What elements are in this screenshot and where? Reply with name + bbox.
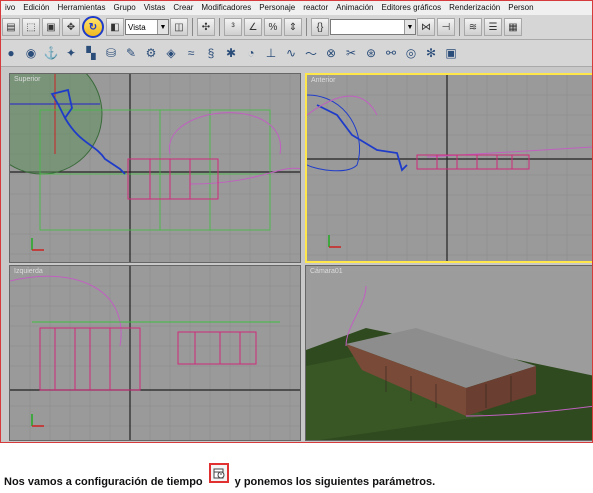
scale-icon[interactable]: ◧	[106, 18, 124, 36]
main-toolbar: ▤ ⬚ ▣ ✥ ↻ ◧ Vista ▼ ◫ ✣ ³ ∠ % ⇕ {} ▼ ⋈ ⊣…	[1, 15, 592, 40]
spinner-snap-icon[interactable]: ⇕	[284, 18, 302, 36]
menu-rendering[interactable]: Renderización	[445, 1, 504, 15]
chevron-down-icon: ▼	[404, 20, 415, 34]
select-by-name-icon[interactable]: ▤	[2, 18, 20, 36]
schematic-icon[interactable]: ▦	[504, 18, 522, 36]
angle-snap-icon[interactable]: ∠	[244, 18, 262, 36]
viewport-front-drawing	[307, 75, 592, 261]
anchor-icon[interactable]: ⚓	[42, 44, 60, 62]
move-icon[interactable]: ✥	[62, 18, 80, 36]
car-icon[interactable]: ⊗	[322, 44, 340, 62]
curve-editor-icon[interactable]: ☰	[484, 18, 502, 36]
wrench-icon[interactable]: ✎	[122, 44, 140, 62]
menu-views[interactable]: Vistas	[140, 1, 170, 15]
viewport-left-label[interactable]: Izquierda	[14, 268, 43, 275]
menu-create[interactable]: Crear	[169, 1, 197, 15]
viewport-left-drawing	[10, 266, 300, 440]
star-icon[interactable]: ✦	[62, 44, 80, 62]
sphere-icon[interactable]: ●	[2, 44, 20, 62]
water-icon[interactable]: 〜	[302, 44, 320, 62]
hinge-icon[interactable]: ⊥	[262, 44, 280, 62]
menu-group[interactable]: Grupo	[110, 1, 140, 15]
menu-bar: ivo Edición Herramientas Grupo Vistas Cr…	[1, 1, 592, 16]
menu-tools[interactable]: Herramientas	[53, 1, 109, 15]
application-window: ivo Edición Herramientas Grupo Vistas Cr…	[0, 0, 593, 443]
align-icon[interactable]: ⊣	[437, 18, 455, 36]
instruction-text-before: Nos vamos a configuración de tiempo	[4, 476, 203, 488]
checker-icon[interactable]: ▚	[82, 44, 100, 62]
window-crossing-icon[interactable]: ▣	[42, 18, 60, 36]
time-config-glyph	[213, 468, 225, 479]
fracture-icon[interactable]: ✂	[342, 44, 360, 62]
pivot-center-icon[interactable]: ◫	[170, 18, 188, 36]
menu-reactor[interactable]: reactor	[299, 1, 332, 15]
viewport-camera-drawing	[306, 285, 592, 440]
reference-coordinate-select[interactable]: Vista ▼	[125, 19, 169, 35]
viewport-front[interactable]: Anterior	[305, 73, 592, 263]
viewport-top-label[interactable]: Superior	[14, 76, 40, 83]
fan-icon[interactable]: ✻	[422, 44, 440, 62]
viewport-front-label[interactable]: Anterior	[311, 77, 336, 84]
layers-icon[interactable]: ≋	[464, 18, 482, 36]
wind-icon[interactable]: ≈	[182, 44, 200, 62]
instruction-text-after: y ponemos los siguientes parámetros.	[234, 476, 436, 488]
menu-graph-editors[interactable]: Editores gráficos	[378, 1, 446, 15]
manipulate-icon[interactable]: ✣	[197, 18, 215, 36]
toolbar-divider	[192, 18, 193, 36]
viewport-top-drawing	[10, 74, 300, 262]
wheel-icon[interactable]: ◎	[402, 44, 420, 62]
rope-icon[interactable]: ∿	[282, 44, 300, 62]
mirror-icon[interactable]: ⋈	[417, 18, 435, 36]
menu-modifiers[interactable]: Modificadores	[197, 1, 255, 15]
camera-icon[interactable]: ◉	[22, 44, 40, 62]
viewport-camera-label[interactable]: Cámara01	[310, 268, 343, 275]
snap-icon[interactable]: ³	[224, 18, 242, 36]
viewport-top[interactable]: Superior	[9, 73, 301, 263]
menu-file[interactable]: ivo	[1, 1, 19, 15]
toolbar-divider	[219, 18, 220, 36]
diamond-icon[interactable]: ◈	[162, 44, 180, 62]
menu-customize[interactable]: Person	[504, 1, 537, 15]
rotate-icon[interactable]: ↻	[82, 16, 104, 38]
gear-icon[interactable]: ⚙	[142, 44, 160, 62]
secondary-toolbar: ● ◉ ⚓ ✦ ▚ ⛁ ✎ ⚙ ◈ ≈ § ✱ ◔ ⊥ ∿ 〜 ⊗ ✂ ⊛ ⚯ …	[1, 40, 592, 67]
chevron-down-icon: ▼	[157, 20, 168, 34]
bones-icon[interactable]: ✱	[222, 44, 240, 62]
menu-edit[interactable]: Edición	[19, 1, 53, 15]
preview-icon[interactable]: ▣	[442, 44, 460, 62]
spring-system-icon[interactable]: ⚯	[382, 44, 400, 62]
toolbar-divider	[459, 18, 460, 36]
region-select-icon[interactable]: ⬚	[22, 18, 40, 36]
named-selection-set-select[interactable]: ▼	[330, 19, 416, 35]
viewport-camera[interactable]: Cámara01	[305, 265, 592, 441]
spring-icon[interactable]: §	[202, 44, 220, 62]
instruction-text: Nos vamos a configuración de tiempo y po…	[4, 463, 436, 492]
menu-animation[interactable]: Animación	[332, 1, 377, 15]
reference-coordinate-value: Vista	[128, 22, 146, 32]
percent-snap-icon[interactable]: %	[264, 18, 282, 36]
cylinder-icon[interactable]: ⛁	[102, 44, 120, 62]
motor-icon[interactable]: ⊛	[362, 44, 380, 62]
named-selection-icon[interactable]: {}	[311, 18, 329, 36]
time-config-icon[interactable]	[208, 463, 229, 483]
cloth-icon[interactable]: ◔	[242, 44, 260, 62]
toolbar-divider	[306, 18, 307, 36]
menu-character[interactable]: Personaje	[255, 1, 299, 15]
viewport-left[interactable]: Izquierda	[9, 265, 301, 441]
